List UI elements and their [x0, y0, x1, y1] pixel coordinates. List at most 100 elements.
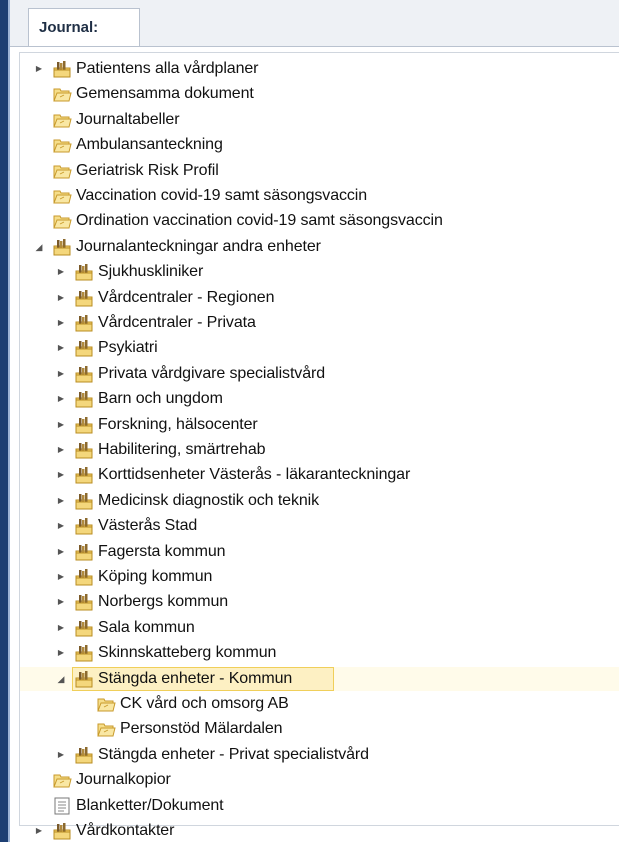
tree-item-sjukhuskliniker[interactable]: ▶ Sjukhuskliniker — [20, 260, 619, 284]
tree-item-label: Blanketter/Dokument — [76, 796, 224, 814]
expand-arrow-icon[interactable]: ▶ — [54, 492, 68, 510]
tree-item-label: Vårdcentraler - Privata — [98, 314, 256, 331]
journal-tree-panel: ▶ Patientens alla vårdplaner Gemensamma do… — [19, 52, 619, 840]
expand-arrow-icon[interactable]: ▶ — [54, 441, 68, 459]
folder-books-icon — [74, 542, 94, 562]
tree-item-forskning-halsocenter[interactable]: ▶ Forskning, hälsocenter — [20, 413, 619, 437]
expand-arrow-icon[interactable]: ▶ — [54, 619, 68, 637]
tree-item-label: Journaltabeller — [76, 110, 180, 128]
tab-strip: Journal: — [10, 0, 619, 47]
expand-arrow-icon[interactable]: ▶ — [54, 644, 68, 662]
collapse-arrow-icon[interactable]: ◢ — [32, 238, 46, 256]
expand-arrow-icon[interactable]: ▶ — [54, 517, 68, 535]
expand-arrow-icon[interactable]: ▶ — [54, 339, 68, 357]
tree-item-habilitering-smartrehab[interactable]: ▶ Habilitering, smärtrehab — [20, 438, 619, 462]
folder-icon — [96, 719, 116, 739]
tree-item-label: Västerås Stad — [98, 517, 198, 535]
folder-icon — [52, 186, 72, 206]
folder-books-icon — [74, 338, 94, 358]
folder-books-icon — [74, 592, 94, 612]
tree-item-label: Habilitering, smärtrehab — [98, 441, 266, 458]
tree-item-medicinsk-diagnostik-och-teknik[interactable]: ▶ Medicinsk diagnostik och teknik — [20, 489, 619, 513]
tree-item-norbergs-kommun[interactable]: ▶ Norbergs kommun — [20, 590, 619, 614]
tree-item-label: Vaccination covid-19 samt säsongsvaccin — [76, 187, 368, 204]
expand-arrow-icon[interactable]: ▶ — [54, 466, 68, 484]
tree-item-vaccination-covid-19-samt-sasongsvaccin[interactable]: Vaccination covid-19 samt säsongsvaccin — [20, 184, 619, 208]
expand-arrow-icon[interactable]: ▶ — [32, 822, 46, 840]
tree-item-label: Personstöd Mälardalen — [120, 720, 283, 738]
tree-item-ck-vard-och-omsorg-ab[interactable]: CK vård och omsorg AB — [20, 692, 619, 716]
collapse-arrow-icon[interactable]: ◢ — [54, 670, 68, 688]
folder-books-icon — [74, 643, 94, 663]
expand-arrow-icon[interactable]: ▶ — [54, 365, 68, 383]
tree-item-vardcentraler-privata[interactable]: ▶ Vårdcentraler - Privata — [20, 311, 619, 335]
tree-item-sala-kommun[interactable]: ▶ Sala kommun — [20, 616, 619, 640]
tree-item-label: Korttidsenheter Västerås - läkaranteckni… — [98, 466, 411, 484]
tree-item-label: Barn och ungdom — [98, 390, 223, 408]
expand-arrow-icon[interactable]: ▶ — [54, 746, 68, 764]
tree-item-label: Stängda enheter - Privat specialistvård — [98, 745, 369, 763]
tree-item-stangda-enheter-privat-specialistvard[interactable]: ▶ Stängda enheter - Privat specialistvård — [20, 743, 619, 767]
tree-item-label: CK vård och omsorg AB — [120, 695, 289, 712]
tree-item-privata-vardgivare-specialistvard[interactable]: ▶ Privata vårdgivare specialistvård — [20, 362, 619, 386]
expand-arrow-icon[interactable]: ▶ — [54, 263, 68, 281]
tree-item-label: Stängda enheter - Kommun — [98, 669, 293, 687]
tree-item-koping-kommun[interactable]: ▶ Köping kommun — [20, 565, 619, 589]
tree-item-label: Privata vårdgivare specialistvård — [98, 364, 326, 382]
tree-item-label: Psykiatri — [98, 339, 158, 357]
tree-item-label: Fagersta kommun — [98, 542, 226, 560]
tree-item-barn-och-ungdom[interactable]: ▶ Barn och ungdom — [20, 387, 619, 411]
tree-item-personstod-malardalen[interactable]: Personstöd Mälardalen — [20, 717, 619, 741]
tree-item-vasteras-stad[interactable]: ▶ Västerås Stad — [20, 514, 619, 538]
expand-arrow-icon[interactable]: ▶ — [54, 543, 68, 561]
expand-arrow-icon[interactable]: ▶ — [32, 60, 46, 78]
tree-item-vardkontakter[interactable]: ▶ Vårdkontakter — [20, 819, 619, 843]
tree-item-gemensamma-dokument[interactable]: Gemensamma dokument — [20, 82, 619, 106]
folder-books-icon — [52, 59, 72, 79]
folder-books-icon — [74, 465, 94, 485]
folder-books-icon — [74, 364, 94, 384]
tree-item-blanketter-dokument[interactable]: Blanketter/Dokument — [20, 794, 619, 818]
tab-journal[interactable]: Journal: — [28, 8, 140, 46]
tree-item-label: Vårdkontakter — [76, 822, 175, 839]
folder-icon — [52, 770, 72, 790]
folder-icon — [52, 110, 72, 130]
tree-item-label: Medicinsk diagnostik och teknik — [98, 491, 320, 509]
folder-books-icon — [74, 516, 94, 536]
expand-arrow-icon[interactable]: ▶ — [54, 593, 68, 611]
tree-item-ambulansanteckning[interactable]: Ambulansanteckning — [20, 133, 619, 157]
document-icon — [52, 796, 72, 816]
folder-books-icon — [52, 821, 72, 841]
tree-item-stangda-enheter-kommun[interactable]: ◢ Stängda enheter - Kommun — [20, 666, 619, 691]
folder-icon — [52, 211, 72, 231]
folder-icon — [52, 135, 72, 155]
tree-item-label: Ordination vaccination covid-19 samt säs… — [76, 212, 443, 230]
tree-item-label: Ambulansanteckning — [76, 136, 223, 154]
expand-arrow-icon[interactable]: ▶ — [54, 568, 68, 586]
tree-item-ordination-vaccination-covid-19-samt-sasongsvaccin[interactable]: Ordination vaccination covid-19 samt säs… — [20, 209, 619, 233]
folder-books-icon — [74, 745, 94, 765]
tree-item-psykiatri[interactable]: ▶ Psykiatri — [20, 336, 619, 360]
folder-books-icon — [74, 415, 94, 435]
tree-item-patientens-alla-vardplaner[interactable]: ▶ Patientens alla vårdplaner — [20, 57, 619, 81]
window-left-edge — [0, 0, 10, 842]
folder-icon — [52, 161, 72, 181]
tree-item-journalanteckningar-andra-enheter[interactable]: ◢ Journalanteckningar andra enheter — [20, 235, 619, 259]
expand-arrow-icon[interactable]: ▶ — [54, 416, 68, 434]
folder-books-icon — [52, 237, 72, 257]
tree-item-korttidsenheter-vasteras-lakaranteckningar[interactable]: ▶ Korttidsenheter Västerås - läkaranteckn… — [20, 463, 619, 487]
folder-books-icon — [74, 288, 94, 308]
tree-item-geriatrisk-risk-profil[interactable]: Geriatrisk Risk Profil — [20, 159, 619, 183]
tree-item-label: Skinnskatteberg kommun — [98, 644, 277, 662]
tree-item-label: Journalanteckningar andra enheter — [76, 237, 321, 255]
tree-item-skinnskatteberg-kommun[interactable]: ▶ Skinnskatteberg kommun — [20, 641, 619, 665]
tree-item-vardcentraler-regionen[interactable]: ▶ Vårdcentraler - Regionen — [20, 286, 619, 310]
expand-arrow-icon[interactable]: ▶ — [54, 289, 68, 307]
tree-item-fagersta-kommun[interactable]: ▶ Fagersta kommun — [20, 540, 619, 564]
tree-item-journaltabeller[interactable]: Journaltabeller — [20, 108, 619, 132]
expand-arrow-icon[interactable]: ▶ — [54, 314, 68, 332]
tree-item-journalkopior[interactable]: Journalkopior — [20, 768, 619, 792]
tree-item-label: Gemensamma dokument — [76, 85, 254, 103]
tree-item-label: Journalkopior — [76, 771, 171, 789]
expand-arrow-icon[interactable]: ▶ — [54, 390, 68, 408]
